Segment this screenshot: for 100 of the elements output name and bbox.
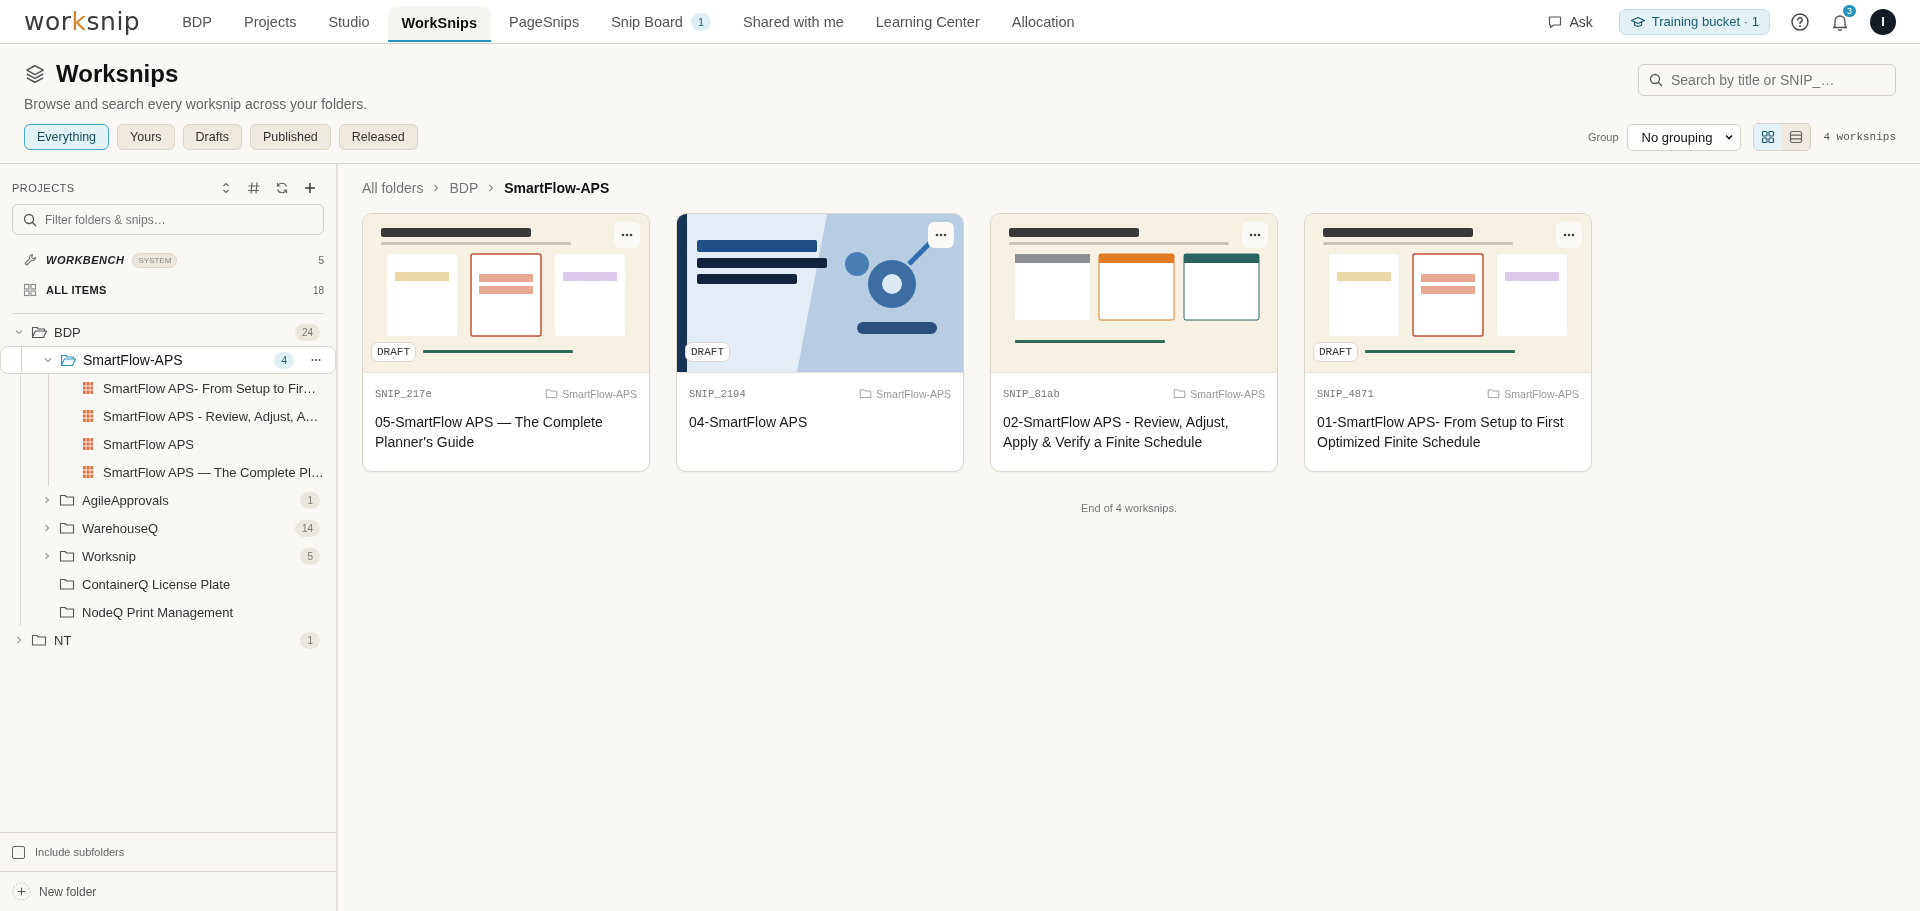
workbench-item[interactable]: WORKBENCH SYSTEM 5 [0,245,336,275]
count-badge: 1 [300,631,320,649]
checkbox[interactable] [12,845,25,859]
item-count: 18 [312,284,324,296]
folder-icon [59,548,75,564]
nav-tab[interactable]: Allocation [997,3,1089,40]
logo[interactable]: worksnip [24,7,141,36]
snip-tree-item[interactable]: SmartFlow APS [0,430,336,458]
workbench-label: WORKBENCH [46,254,125,266]
search-field[interactable]: Search by title or SNIP_… [1638,64,1896,96]
folder-tree-item[interactable]: SmartFlow-APS 4 [0,346,336,374]
more-button[interactable] [928,222,954,248]
folder-icon [59,576,75,592]
snip-id: SNIP_2194 [689,387,746,400]
page-title: Worksnips [56,60,179,88]
count-badge: 1 [300,491,320,509]
snip-id: SNIP_217e [375,387,432,400]
all-items-item[interactable]: ALL ITEMS 18 [0,275,336,305]
folder-tree-item[interactable]: Worksnip 5 [0,542,336,570]
folder-icon [59,492,75,508]
draft-badge: DRAFT [371,342,416,362]
folder-tree-item[interactable]: AgileApprovals 1 [0,486,336,514]
snip-id: SNIP_81ab [1003,387,1060,400]
checkbox-label: Include subfolders [35,846,125,858]
nav-tab[interactable]: BDP [168,3,227,40]
folder-name: SmartFlow-APS [562,387,637,400]
breadcrumb-link[interactable]: SmartFlow-APS [504,180,610,196]
help-icon[interactable] [1790,11,1810,32]
nav-tab[interactable]: Snip Board 1 [597,3,726,40]
all-items-label: ALL ITEMS [46,284,107,296]
worksnip-card[interactable]: DRAFT SNIP_2194 SmartFlow-APS 04-SmartFlow APS [676,213,964,472]
list-icon [1788,129,1805,145]
folder-icon [31,324,47,340]
wrench-icon [22,252,38,268]
tree-label: AgileApprovals [82,492,169,508]
tree-label: SmartFlow APS [103,436,195,452]
folder-tree-item[interactable]: NodeQ Print Management [0,598,336,626]
tree-label: NodeQ Print Management [82,604,234,620]
folder-icon [859,387,873,400]
snip-tree-item[interactable]: SmartFlow APS — The Complete Pl… [0,458,336,486]
card-title: 01-SmartFlow APS- From Setup to First Optimized Finite Schedule [1317,413,1565,452]
folder-icon [545,387,559,400]
folder-icon [1487,387,1501,400]
grouping-select[interactable]: No grouping [1626,123,1742,151]
refresh-icon[interactable] [274,180,290,196]
filter-chip[interactable]: Drafts [182,124,242,150]
folder-tree-item[interactable]: ContainerQ License Plate [0,570,336,598]
notification-badge: 3 [1843,4,1856,17]
grid-icon [22,282,38,298]
nav-tab[interactable]: Projects [230,3,311,40]
chevron-down-icon [1724,132,1735,142]
worksnip-card[interactable]: SNIP_81ab SmartFlow-APS 02-SmartFlow APS - Review, Adjust, Apply & Verify a Finite Schedule [990,213,1278,472]
folder-name: SmartFlow-APS [876,387,951,400]
filter-chip[interactable]: Published [249,124,331,150]
breadcrumb-link[interactable]: BDP [449,180,479,196]
nav-tab[interactable]: PageSnips [495,3,594,40]
tree-label: WarehouseQ [82,520,159,536]
training-bucket-button[interactable]: Training bucket · 1 [1618,8,1770,35]
list-view-button[interactable] [1782,124,1811,150]
card-title: 04-SmartFlow APS [689,413,809,432]
new-folder-button[interactable]: New folder [0,871,336,911]
folder-icon [59,604,75,620]
item-count: 5 [318,254,324,266]
nav-tab[interactable]: Studio [314,3,384,40]
ask-button[interactable]: Ask [1541,12,1599,31]
folder-name: SmartFlow-APS [1504,387,1579,400]
filter-chip[interactable]: Released [338,124,418,150]
layers-icon [24,63,46,85]
nav-tab[interactable]: Learning Center [861,3,994,40]
worksnip-card[interactable]: DRAFT SNIP_4871 SmartFlow-APS 01-SmartFlow APS- From Setup to First Optimized Finite Schedule [1304,213,1592,472]
tree-label: BDP [54,324,81,340]
folder-tree-item[interactable]: BDP 24 [0,318,336,346]
tree-label: SmartFlow APS- From Setup to Fir… [103,380,317,396]
snip-id: SNIP_4871 [1317,387,1374,400]
tree-label: Worksnip [82,548,136,564]
folder-icon [1173,387,1187,400]
folder-tree-item[interactable]: WarehouseQ 14 [0,514,336,542]
snip-tree-item[interactable]: SmartFlow APS- From Setup to Fir… [0,374,336,402]
worksnip-card[interactable]: DRAFT SNIP_217e SmartFlow-APS 05-SmartFlow APS — The Complete Planner's Guide [362,213,650,472]
plus-icon[interactable] [302,180,318,196]
avatar[interactable]: I [1870,8,1896,35]
end-note: End of 4 worksnips. [1080,502,1178,514]
filter-field[interactable]: Filter folders & snips… [12,204,324,235]
hash-icon[interactable] [246,180,262,196]
plus-icon [12,882,31,901]
result-count: 4 worksnips [1823,131,1896,143]
nav-tab[interactable]: Shared with me [729,3,858,40]
count-badge: 24 [294,323,320,341]
card-title: 05-SmartFlow APS — The Complete Planner's Guide [375,413,604,452]
folder-icon [31,632,47,648]
draft-badge: DRAFT [685,342,730,362]
nav-tab[interactable]: WorkSnips [387,5,491,42]
filter-chip[interactable]: Yours [117,124,175,150]
breadcrumb-link[interactable]: All folders [362,180,424,196]
grid-view-button[interactable] [1754,124,1783,150]
snip-tree-item[interactable]: SmartFlow APS - Review, Adjust, A… [0,402,336,430]
count-badge: 1 [690,12,712,31]
count-badge: 14 [294,519,320,537]
folder-tree-item[interactable]: NT 1 [0,626,336,654]
filter-chip[interactable]: Everything [24,124,110,150]
